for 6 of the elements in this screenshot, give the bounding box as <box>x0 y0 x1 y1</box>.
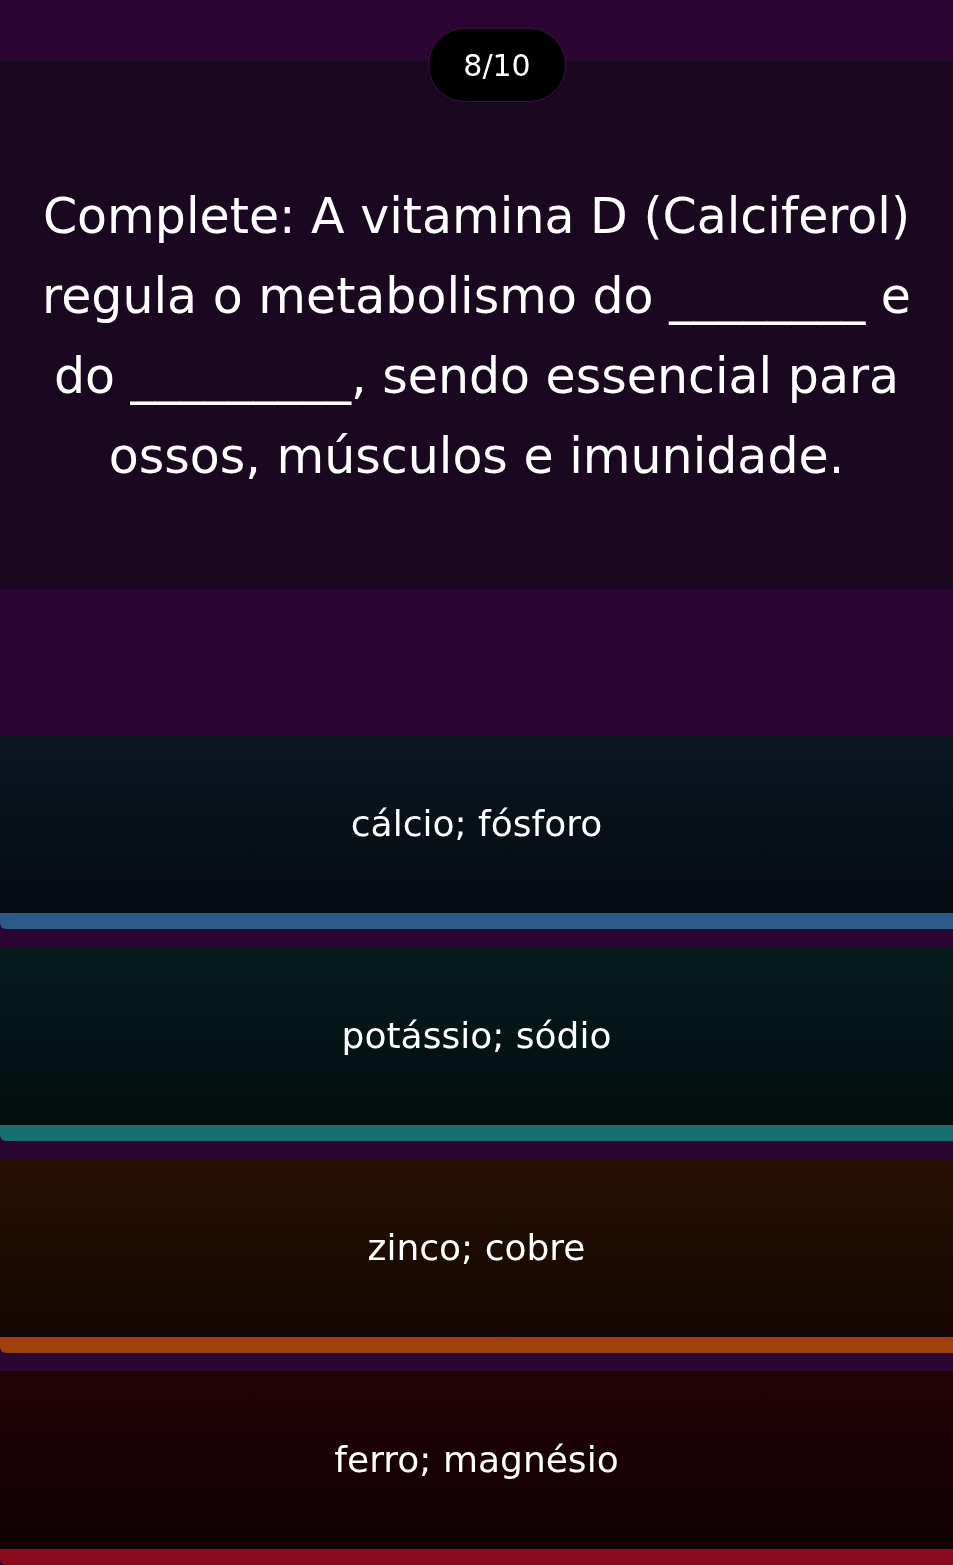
answer-option[interactable]: ferro; magnésio <box>0 1371 953 1549</box>
answer-option[interactable]: zinco; cobre <box>0 1159 953 1337</box>
question-text: Complete: A vitamina D (Calciferol) regula o metabolismo do ________ e do _________, sendo essencial para ossos, músculos e imunidade. <box>41 187 912 488</box>
progress-counter: 8/10 <box>428 28 566 102</box>
answer-option[interactable]: potássio; sódio <box>0 947 953 1125</box>
answer-option[interactable]: cálcio; fósforo <box>0 735 953 913</box>
